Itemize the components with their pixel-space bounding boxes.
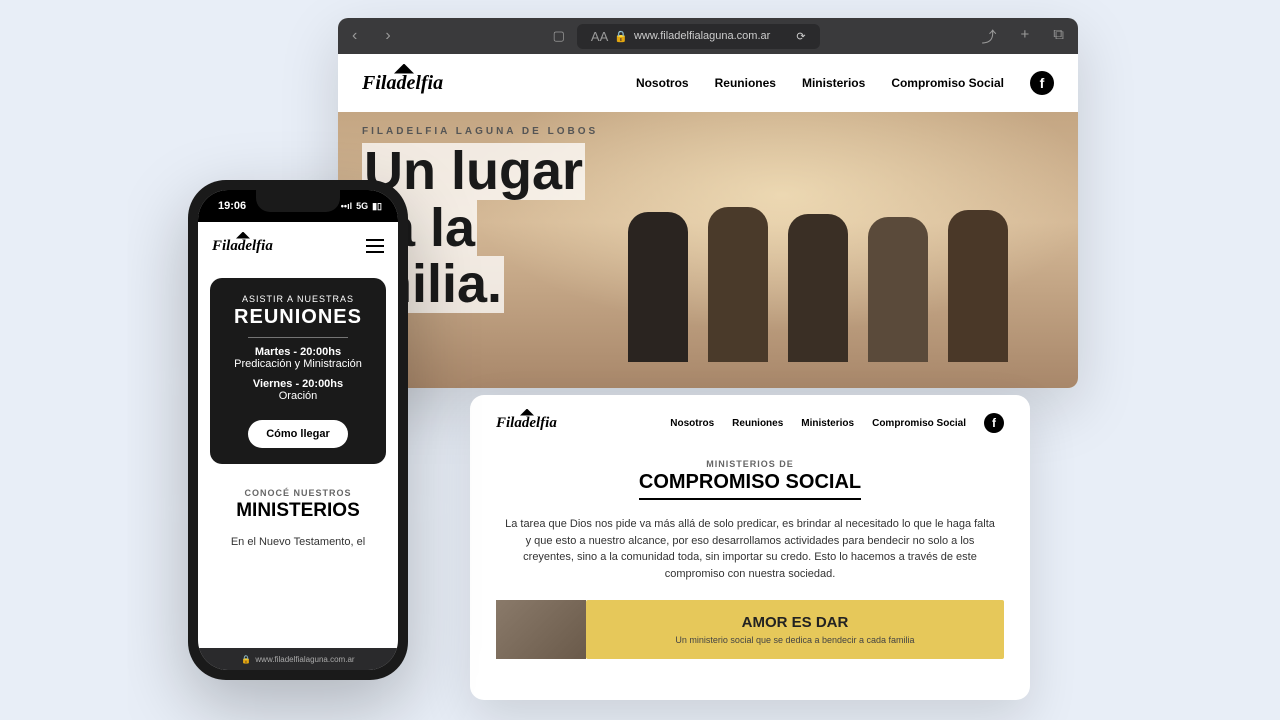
tablet-card: Filadelfia Nosotros Reuniones Ministerio… <box>470 395 1030 700</box>
signal-icon: ••ıl <box>341 201 352 211</box>
facebook-icon[interactable]: f <box>1030 71 1054 95</box>
nav-nosotros[interactable]: Nosotros <box>636 76 689 90</box>
tablet-header: Filadelfia Nosotros Reuniones Ministerio… <box>496 413 1004 433</box>
mobile-url-text: www.filadelfialaguna.com.ar <box>255 655 354 664</box>
facebook-icon-tablet[interactable]: f <box>984 413 1004 433</box>
tablet-nav-compromiso[interactable]: Compromiso Social <box>872 418 966 429</box>
text-size-icon[interactable]: AA <box>591 29 608 44</box>
phone-screen: 19:06 ••ıl 5G ▮▯ Filadelfia ASISTIR A NU… <box>198 190 398 670</box>
schedule-martes: Martes - 20:00hs Predicación y Ministrac… <box>222 346 374 370</box>
amor-image <box>496 600 586 659</box>
battery-icon: ▮▯ <box>372 201 382 212</box>
nav-ministerios[interactable]: Ministerios <box>802 76 865 90</box>
tablet-nav-reuniones[interactable]: Reuniones <box>732 418 783 429</box>
hamburger-menu-icon[interactable] <box>366 239 384 253</box>
reuniones-eyebrow: ASISTIR A NUESTRAS <box>222 294 374 304</box>
nav-compromiso[interactable]: Compromiso Social <box>891 76 1004 90</box>
network-label: 5G <box>356 201 368 211</box>
tabs-icon[interactable]: ⧉ <box>1053 26 1064 47</box>
website-viewport: Filadelfia Nosotros Reuniones Ministerio… <box>338 54 1078 388</box>
reuniones-title: REUNIONES <box>222 306 374 329</box>
mobile-url-bar[interactable]: www.filadelfialaguna.com.ar <box>198 648 398 670</box>
lock-icon-mobile <box>241 655 251 664</box>
ministerios-body: En el Nuevo Testamento, el <box>212 536 384 548</box>
section-body: La tarea que Dios nos pide va más allá d… <box>496 516 1004 582</box>
site-logo[interactable]: Filadelfia <box>362 72 443 95</box>
section-title: COMPROMISO SOCIAL <box>639 471 861 500</box>
amor-es-dar-card[interactable]: AMOR ES DAR Un ministerio social que se … <box>586 600 1004 659</box>
ministerios-eyebrow: CONOCÉ NUESTROS <box>212 488 384 498</box>
section-eyebrow: MINISTERIOS DE <box>496 459 1004 469</box>
browser-toolbar: ‹ › ▢ AA 🔒 www.filadelfialaguna.com.ar ⟳… <box>338 18 1078 54</box>
ministerios-title: MINISTERIOS <box>212 500 384 522</box>
mobile-header: Filadelfia <box>198 222 398 270</box>
site-logo-mobile[interactable]: Filadelfia <box>212 238 273 255</box>
status-time: 19:06 <box>218 200 246 212</box>
nav-arrows: ‹ › <box>352 27 391 45</box>
tablet-nav-ministerios[interactable]: Ministerios <box>801 418 854 429</box>
back-button[interactable]: ‹ <box>352 27 357 45</box>
phone-notch <box>256 190 340 212</box>
lock-icon: 🔒 <box>614 30 628 43</box>
schedule-viernes: Viernes - 20:00hs Oración <box>222 378 374 402</box>
url-text: www.filadelfialaguna.com.ar <box>634 30 770 42</box>
reload-icon[interactable]: ⟳ <box>796 30 805 43</box>
amor-subtitle: Un ministerio social que se dedica a ben… <box>600 635 990 645</box>
forward-button[interactable]: › <box>385 27 390 45</box>
hero-eyebrow: FILADELFIA LAGUNA DE LOBOS <box>362 126 598 137</box>
hero-section: FILADELFIA LAGUNA DE LOBOS Un lugar ra l… <box>338 112 1078 388</box>
primary-nav: Nosotros Reuniones Ministerios Compromis… <box>636 71 1054 95</box>
tablet-nav: Nosotros Reuniones Ministerios Compromis… <box>670 413 1004 433</box>
reader-icon[interactable]: ▢ <box>553 28 565 44</box>
hero-image <box>608 142 1028 362</box>
site-header: Filadelfia Nosotros Reuniones Ministerio… <box>338 54 1078 112</box>
site-logo-tablet[interactable]: Filadelfia <box>496 415 557 432</box>
amor-title: AMOR ES DAR <box>600 614 990 631</box>
new-tab-icon[interactable]: + <box>1021 26 1030 47</box>
nav-reuniones[interactable]: Reuniones <box>715 76 776 90</box>
share-icon[interactable]: ⤴ <box>982 26 997 47</box>
reuniones-card: ASISTIR A NUESTRAS REUNIONES Martes - 20… <box>210 278 386 464</box>
phone-device: 19:06 ••ıl 5G ▮▯ Filadelfia ASISTIR A NU… <box>188 180 408 680</box>
tablet-nav-nosotros[interactable]: Nosotros <box>670 418 714 429</box>
como-llegar-button[interactable]: Cómo llegar <box>248 420 348 448</box>
desktop-browser-window: ‹ › ▢ AA 🔒 www.filadelfialaguna.com.ar ⟳… <box>338 18 1078 388</box>
url-bar[interactable]: AA 🔒 www.filadelfialaguna.com.ar ⟳ <box>577 24 820 49</box>
ministerios-section: CONOCÉ NUESTROS MINISTERIOS En el Nuevo … <box>198 472 398 564</box>
